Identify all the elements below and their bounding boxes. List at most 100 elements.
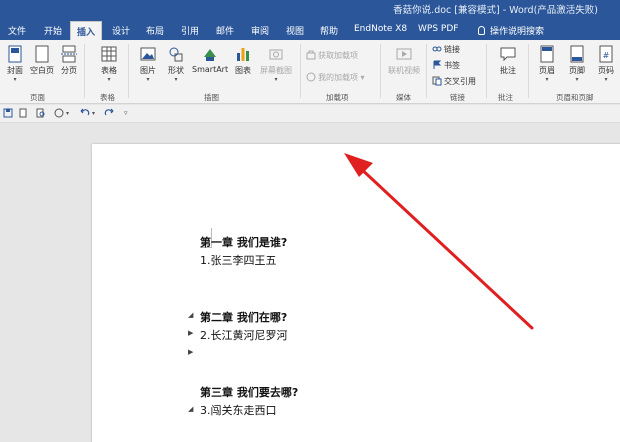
heading-chapter-3[interactable]: 第三章 我们要去哪? xyxy=(200,384,298,400)
undo-dropdown[interactable]: ▾ xyxy=(92,110,95,117)
cross-reference-label: 交叉引用 xyxy=(444,77,476,86)
print-preview-button[interactable] xyxy=(36,108,46,118)
ribbon-insert: 封面 ▾ 空白页 分页 页面 表格 ▾ 表格 图片 ▾ 形状 ▾ SmartArt 图表… xyxy=(0,40,620,104)
get-addins-button[interactable]: 获取加载项 xyxy=(306,50,358,61)
header-label: 页眉 xyxy=(539,66,555,75)
blank-page-button[interactable]: 空白页 xyxy=(28,45,56,76)
tab-endnote[interactable]: EndNote X8 xyxy=(348,21,413,40)
page-break-label: 分页 xyxy=(61,66,77,75)
print-preview-icon xyxy=(36,108,45,118)
links-group-label: 链接 xyxy=(450,93,465,102)
chart-icon xyxy=(235,45,251,63)
tab-review[interactable]: 审阅 xyxy=(245,21,275,40)
tell-me-label: 操作说明搜索 xyxy=(490,27,545,37)
link-button[interactable]: 链接 xyxy=(432,44,460,55)
comment-button[interactable]: 批注 xyxy=(494,45,522,76)
video-icon xyxy=(396,45,412,63)
tab-design[interactable]: 设计 xyxy=(106,21,136,40)
online-video-label: 联机视频 xyxy=(388,66,420,75)
undo-button[interactable] xyxy=(80,108,90,118)
shapes-button[interactable]: 形状 ▾ xyxy=(164,45,188,83)
tab-tell-me[interactable]: 操作说明搜索 xyxy=(472,21,550,40)
screenshot-button[interactable]: 屏幕截图 ▾ xyxy=(258,45,294,83)
online-video-button[interactable]: 联机视频 xyxy=(386,45,422,76)
footer-label: 页脚 xyxy=(569,66,585,75)
page-number-button[interactable]: # 页码 ▾ xyxy=(594,45,618,83)
picture-button[interactable]: 图片 ▾ xyxy=(136,45,160,83)
chart-button[interactable]: 图表 xyxy=(232,45,254,76)
window-title: 香菇你说.doc [兼容模式] - Word(产品激活失败) xyxy=(393,5,598,16)
screenshot-label: 屏幕截图 xyxy=(260,66,292,75)
blank-page-label: 空白页 xyxy=(30,66,54,75)
save-icon xyxy=(3,108,13,118)
my-addins-button[interactable]: 我的加载项 ▾ xyxy=(306,72,365,83)
heading-chapter-1[interactable]: 第一章 我们是谁? xyxy=(200,234,287,250)
bookmark-icon xyxy=(433,60,442,69)
table-button[interactable]: 表格 ▾ xyxy=(96,45,122,83)
tab-mailings[interactable]: 邮件 xyxy=(210,21,240,40)
comment-label: 批注 xyxy=(500,66,516,75)
page-number-label: 页码 xyxy=(598,66,614,75)
format-button[interactable] xyxy=(54,108,64,118)
undo-icon xyxy=(80,108,90,116)
tab-help[interactable]: 帮助 xyxy=(314,21,344,40)
heading-chapter-2[interactable]: 第二章 我们在哪? xyxy=(200,309,287,325)
table-label: 表格 xyxy=(101,66,117,75)
picture-label: 图片 xyxy=(140,66,156,75)
link-icon xyxy=(432,46,442,52)
title-bar: 香菇你说.doc [兼容模式] - Word(产品激活失败) xyxy=(0,0,620,18)
body-line-2[interactable]: 2.长江黄河尼罗河 xyxy=(200,327,288,343)
table-icon xyxy=(101,45,117,63)
bookmark-button[interactable]: 书签 xyxy=(432,60,460,71)
header-button[interactable]: 页眉 ▾ xyxy=(534,45,560,83)
link-label: 链接 xyxy=(444,45,460,54)
redo-button[interactable] xyxy=(104,108,114,118)
collapse-triangle[interactable]: ◢ xyxy=(188,311,193,319)
lightbulb-icon xyxy=(478,26,485,35)
collapse-triangle[interactable]: ◢ xyxy=(188,405,193,413)
redo-icon xyxy=(104,108,114,116)
store-icon xyxy=(306,50,316,60)
cover-page-button[interactable]: 封面 ▾ xyxy=(4,45,26,83)
tab-home[interactable]: 开始 xyxy=(38,21,68,40)
tables-group-label: 表格 xyxy=(100,93,115,102)
my-addins-label: 我的加载项 xyxy=(318,73,358,82)
smartart-label: SmartArt xyxy=(192,65,229,74)
quick-access-toolbar: ▾ ▾ ▿ xyxy=(0,105,620,123)
page-break-icon xyxy=(61,45,77,63)
comments-group-label: 批注 xyxy=(498,93,513,102)
screenshot-icon xyxy=(268,45,284,63)
svg-text:#: # xyxy=(603,51,610,60)
cross-reference-button[interactable]: 交叉引用 xyxy=(432,76,476,87)
tab-wps-pdf[interactable]: WPS PDF xyxy=(412,21,464,40)
page-break-button[interactable]: 分页 xyxy=(58,45,80,76)
addins-group-label: 加载项 xyxy=(326,93,349,102)
comment-icon xyxy=(500,45,516,63)
body-line-1[interactable]: 1.张三李四王五 xyxy=(200,252,277,268)
new-document-icon xyxy=(19,108,27,118)
footer-button[interactable]: 页脚 ▾ xyxy=(564,45,590,83)
cross-reference-icon xyxy=(432,76,442,86)
expand-triangle[interactable]: ▶ xyxy=(188,348,193,356)
format-icon xyxy=(54,108,64,118)
new-document-button[interactable] xyxy=(18,108,28,118)
tab-view[interactable]: 视图 xyxy=(280,21,310,40)
page-number-icon: # xyxy=(598,45,614,63)
document-area: 第一章 我们是谁? 1.张三李四王五 ◢ 第二章 我们在哪? ▶ 2.长江黄河尼… xyxy=(0,124,620,442)
blank-page-icon xyxy=(34,45,50,63)
tab-insert[interactable]: 插入 xyxy=(70,21,103,40)
format-dropdown[interactable]: ▾ xyxy=(66,110,69,117)
tab-references[interactable]: 引用 xyxy=(175,21,205,40)
expand-triangle[interactable]: ▶ xyxy=(188,329,193,337)
media-group-label: 媒体 xyxy=(396,93,411,102)
tab-file[interactable]: 文件 xyxy=(2,21,32,40)
pages-group-label: 页面 xyxy=(30,93,45,102)
header-footer-group-label: 页眉和页脚 xyxy=(556,93,594,102)
get-addins-label: 获取加载项 xyxy=(318,51,358,60)
save-button[interactable] xyxy=(3,108,13,118)
document-page[interactable]: 第一章 我们是谁? 1.张三李四王五 ◢ 第二章 我们在哪? ▶ 2.长江黄河尼… xyxy=(92,144,620,442)
tab-layout[interactable]: 布局 xyxy=(140,21,170,40)
customize-qat-button[interactable]: ▿ xyxy=(124,109,128,117)
smartart-button[interactable]: SmartArt xyxy=(192,45,228,74)
body-line-3[interactable]: 3.闯关东走西口 xyxy=(200,402,277,418)
